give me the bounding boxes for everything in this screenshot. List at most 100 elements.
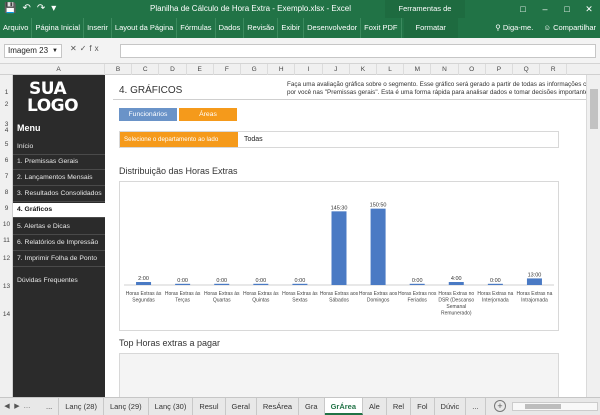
sheet-tab[interactable]: Lanç (28) [59,398,104,415]
row-header[interactable]: 9 [0,205,13,212]
chart-bar[interactable] [292,283,308,285]
undo-icon[interactable]: ↶ [22,3,30,15]
sheet-tab[interactable]: ResÁrea [257,398,300,415]
sheet-tab[interactable]: GrÁrea [324,398,363,415]
sheet-tab[interactable]: Gra [299,398,325,415]
row-header[interactable]: 10 [0,221,13,228]
sheet-tab[interactable]: Lanç (30) [149,398,194,415]
ribbon-tab[interactable]: Layout da Página [112,18,178,38]
column-header[interactable]: R [540,64,568,75]
more-sheets-icon[interactable]: … [22,398,32,415]
sidebar-item[interactable]: 7. Imprimir Folha de Ponto [13,252,105,266]
row-header[interactable]: 2 [0,101,13,108]
horizontal-scrollbar[interactable] [512,402,598,411]
column-header[interactable]: F [214,64,241,75]
column-header[interactable]: P [486,64,513,75]
chart-bar[interactable] [136,282,152,285]
ribbon-tab[interactable]: Página Inicial [32,18,85,38]
ribbon-tab[interactable]: Dados [216,18,245,38]
department-selector[interactable]: Selecione o departamento ao lado Todas [119,131,559,148]
ribbon-display-icon[interactable]: □ [512,0,534,18]
sidebar-item[interactable]: 4. Gráficos [13,203,105,217]
column-header[interactable]: B [105,64,133,75]
sidebar-item[interactable]: 1. Premissas Gerais [13,155,105,169]
sheet-tab[interactable]: Resul [193,398,226,415]
sheet-tab[interactable]: Dúvic [435,398,467,415]
chart-bar[interactable] [253,283,269,285]
scroll-thumb[interactable] [590,89,598,129]
sidebar-item[interactable]: 3. Resultados Consolidados [13,187,105,201]
row-header[interactable]: 6 [0,157,13,164]
sheet-tab[interactable]: Geral [226,398,257,415]
row-header[interactable]: 5 [0,141,13,148]
column-header[interactable]: J [323,64,350,75]
chart-bar[interactable] [331,211,347,285]
column-header[interactable]: N [431,64,459,75]
name-box[interactable]: Imagem 23 ▼ [4,44,62,58]
column-header[interactable]: D [159,64,187,75]
row-header[interactable]: 7 [0,173,13,180]
chart-bar[interactable] [175,283,191,285]
sidebar-item[interactable]: 2. Lançamentos Mensais [13,171,105,185]
ribbon-tab[interactable]: Exibir [278,18,305,38]
horizontal-scroll-thumb[interactable] [525,404,561,409]
close-icon[interactable]: ✕ [578,0,600,18]
column-header[interactable]: K [350,64,377,75]
ribbon-tab[interactable]: Inserir [84,18,112,38]
sheet-tab[interactable]: Rel [387,398,412,415]
ribbon-tab[interactable]: Desenvolvedor [304,18,362,38]
chart-bar[interactable] [370,208,386,285]
chart-bar[interactable] [526,278,542,285]
areas-button[interactable]: Áreas [179,108,237,121]
chevron-down-icon[interactable]: ▼ [52,45,58,57]
sidebar-item[interactable]: Início [13,140,105,154]
sidebar-item[interactable]: Dúvidas Frequentes [13,274,105,288]
row-header[interactable]: 11 [0,237,13,244]
sheet-tab[interactable]: ... [40,398,60,415]
vertical-scrollbar[interactable] [586,75,600,397]
chart-bar[interactable] [487,283,503,285]
ribbon-tab-formatar[interactable]: Formatar [403,18,458,38]
maximize-icon[interactable]: □ [556,0,578,18]
share-button[interactable]: ☺ Compartilhar [543,18,596,38]
row-header[interactable]: 14 [0,311,13,318]
column-header[interactable]: Q [513,64,541,75]
row-header[interactable]: 8 [0,189,13,196]
chart-bar[interactable] [409,283,425,285]
sidebar-item[interactable]: 5. Alertas e Dicas [13,220,105,234]
funcionarios-button[interactable]: Funcionários [119,108,177,121]
column-header[interactable]: O [459,64,486,75]
redo-icon[interactable]: ↷ [37,3,45,15]
column-header[interactable]: L [377,64,405,75]
chart-bar[interactable] [214,283,230,285]
sheet-tab[interactable]: ... [466,398,486,415]
row-header[interactable]: 12 [0,255,13,262]
chart-bar[interactable] [448,282,464,285]
ribbon-tab[interactable]: Foxit PDF [361,18,402,38]
cancel-icon[interactable]: ✕ [70,44,80,53]
fx-label[interactable]: fx [89,44,101,53]
column-header[interactable]: C [132,64,160,75]
formula-input[interactable] [120,44,596,58]
sidebar-item[interactable]: 6. Relatórios de Impressão [13,236,105,250]
customize-icon[interactable]: ▾ [51,3,56,15]
row-header[interactable]: 13 [0,283,13,290]
column-header[interactable]: H [268,64,296,75]
overtime-distribution-chart[interactable]: 2:00 Horas Extras às Segundas 0:00 Horas Ext… [119,181,559,331]
prev-sheet-icon[interactable]: ▶ [12,398,22,415]
tell-me-box[interactable]: ⚲ Diga-me. [495,18,533,38]
department-selector-value[interactable]: Todas [244,132,263,147]
column-header[interactable]: G [241,64,269,75]
column-header[interactable]: E [187,64,214,75]
add-sheet-icon[interactable]: + [494,400,506,412]
column-header[interactable]: I [295,64,323,75]
ribbon-tab[interactable]: Fórmulas [177,18,216,38]
column-header[interactable]: M [404,64,432,75]
ribbon-tab[interactable]: Revisão [244,18,279,38]
row-header[interactable]: 4 [0,127,13,134]
top-overtime-chart[interactable] [119,353,559,397]
enter-icon[interactable]: ✓ [80,44,90,53]
row-header[interactable]: 1 [0,89,13,96]
save-icon[interactable]: 💾 [4,3,16,15]
first-sheet-icon[interactable]: ◀ [2,398,12,415]
